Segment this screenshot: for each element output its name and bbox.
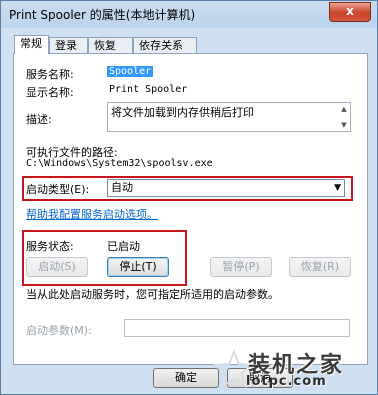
tab-recovery[interactable]: 恢复 [88, 37, 133, 53]
exec-path-value[interactable]: C:\Windows\System32\spoolsv.exe [26, 158, 213, 169]
service-status-value: 已启动 [107, 240, 140, 253]
service-name-label: 服务名称: [26, 68, 74, 81]
start-params-input[interactable] [124, 319, 350, 337]
general-panel: 服务名称: Spooler 显示名称: Print Spooler 描述: 将文… [13, 53, 368, 365]
start-button[interactable]: 启动(S) [26, 257, 88, 277]
scroll-down-icon[interactable]: ▼ [338, 120, 350, 130]
stop-button[interactable]: 停止(T) [107, 257, 169, 277]
window-title: Print Spooler 的属性(本地计算机) [9, 8, 196, 22]
description-label: 描述: [26, 113, 52, 126]
tab-general[interactable]: 常规 [14, 35, 49, 54]
service-status-label: 服务状态: [26, 240, 74, 253]
description-box[interactable]: 将文件加载到内存供稍后打印 ▲ ▼ [107, 102, 351, 132]
start-params-hint: 当从此处启动服务时，您可指定所适用的启动参数。 [26, 288, 279, 301]
startup-type-label: 启动类型(E): [26, 183, 90, 196]
ok-button[interactable]: 确定 [153, 368, 219, 388]
close-icon: x [346, 4, 354, 18]
tab-dependencies[interactable]: 依存关系 [133, 37, 197, 53]
close-button[interactable]: x [329, 2, 371, 22]
resume-button[interactable]: 恢复(R) [289, 257, 351, 277]
startup-type-value: 自动 [111, 181, 133, 194]
startup-help-link[interactable]: 帮助我配置服务启动选项。 [26, 206, 158, 222]
scroll-up-icon[interactable]: ▲ [338, 104, 350, 114]
display-name-value[interactable]: Print Spooler [109, 84, 187, 95]
watermark-url: lotpc.com [246, 374, 327, 389]
description-text: 将文件加载到内存供稍后打印 [111, 106, 254, 119]
display-name-label: 显示名称: [26, 86, 74, 99]
tab-logon[interactable]: 登录 [49, 37, 88, 53]
pause-button[interactable]: 暂停(P) [210, 257, 272, 277]
start-params-label: 启动参数(M): [26, 324, 92, 337]
properties-dialog: Print Spooler 的属性(本地计算机) x 常规 登录 恢复 依存关系… [0, 0, 378, 395]
service-name-value[interactable]: Spooler [107, 66, 154, 77]
chevron-down-icon: ▼ [334, 183, 341, 193]
startup-type-select[interactable]: 自动 ▼ [107, 179, 345, 197]
title-bar: Print Spooler 的属性(本地计算机) x [1, 1, 377, 27]
